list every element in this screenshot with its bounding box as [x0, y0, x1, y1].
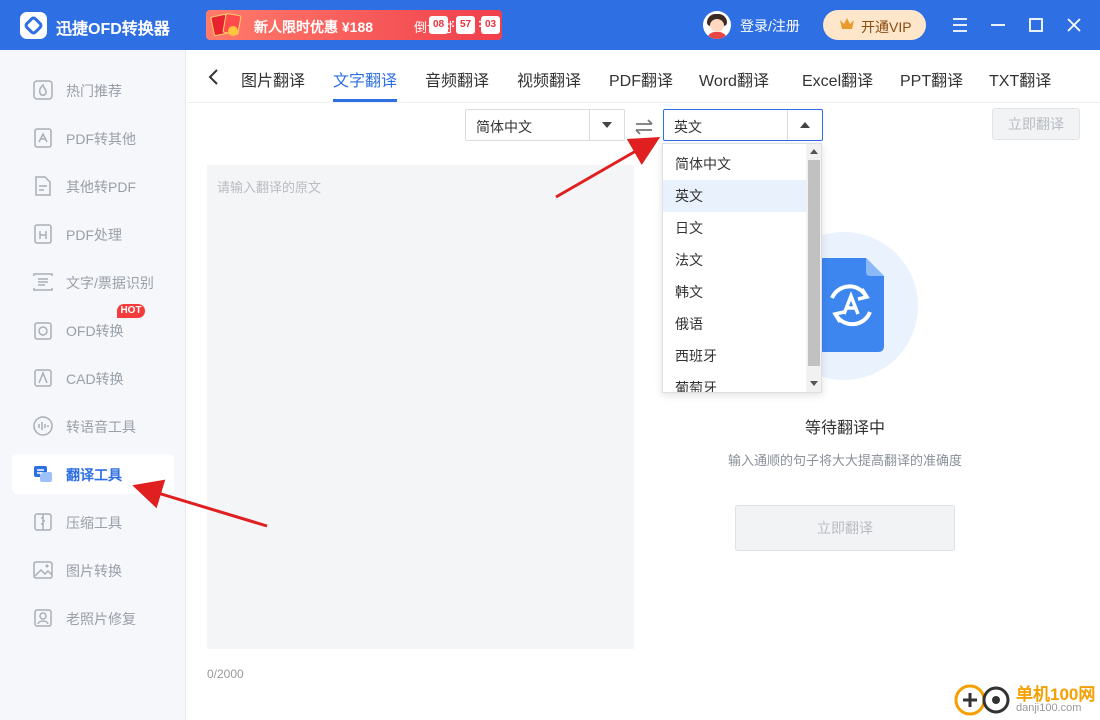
- source-text-input[interactable]: [207, 165, 634, 649]
- chevron-left-icon[interactable]: [205, 67, 223, 87]
- hot-badge: HOT: [117, 304, 145, 318]
- sidebar-item-pdf-to-other[interactable]: PDF转其他: [12, 118, 174, 158]
- chevron-down-icon: [602, 122, 612, 128]
- source-language-value: 简体中文: [476, 119, 532, 135]
- countdown-minutes: 57: [456, 16, 475, 34]
- dropdown-option[interactable]: 俄语: [663, 308, 806, 340]
- sidebar-item-cad[interactable]: CAD转换: [12, 358, 174, 398]
- translate-now-button[interactable]: 立即翻译: [735, 505, 955, 551]
- translate-document-icon: [818, 258, 884, 352]
- hot-recommend-icon: [33, 80, 53, 100]
- char-count: 0/2000: [207, 667, 244, 681]
- sidebar-item-label: 其他转PDF: [66, 179, 136, 195]
- dropdown-option[interactable]: 简体中文: [663, 148, 806, 180]
- tab-video-translate[interactable]: 视频翻译: [517, 67, 581, 91]
- ocr-icon: [33, 273, 53, 291]
- app-logo-icon: [20, 12, 47, 39]
- translate-icon: [34, 466, 52, 482]
- sidebar-item-voice[interactable]: 转语音工具: [12, 406, 174, 446]
- tab-image-translate[interactable]: 图片翻译: [241, 67, 305, 91]
- pdf-convert-icon: [34, 128, 52, 148]
- title-bar: 迅捷OFD转换器 新人限时优惠 ¥188 倒计时 08 : 57 : 03 登录…: [0, 0, 1100, 50]
- user-avatar[interactable]: [703, 11, 731, 39]
- target-language-select[interactable]: 英文: [663, 109, 823, 141]
- tab-pdf-translate[interactable]: PDF翻译: [609, 67, 673, 91]
- app-title: 迅捷OFD转换器: [56, 21, 170, 38]
- dropdown-option-selected[interactable]: 英文: [663, 180, 806, 212]
- cad-icon: [34, 369, 52, 387]
- tab-word-translate[interactable]: Word翻译: [699, 67, 769, 91]
- dropdown-scrollbar[interactable]: [806, 144, 821, 392]
- sidebar-item-label: CAD转换: [66, 371, 124, 387]
- dropdown-option[interactable]: 日文: [663, 212, 806, 244]
- promo-banner[interactable]: 新人限时优惠 ¥188 倒计时 08 : 57 : 03: [206, 10, 502, 40]
- login-register-link[interactable]: 登录/注册: [740, 16, 800, 36]
- sidebar-item-label: 转语音工具: [66, 419, 136, 435]
- minimize-icon[interactable]: [987, 14, 1009, 36]
- sidebar-item-label: 翻译工具: [66, 467, 122, 483]
- sidebar-item-compress[interactable]: 压缩工具: [12, 502, 174, 542]
- image-convert-icon: [33, 561, 53, 579]
- countdown-seconds: 03: [481, 16, 500, 34]
- pdf-process-icon: [34, 224, 52, 244]
- translate-now-top-button[interactable]: 立即翻译: [992, 108, 1080, 140]
- promo-text: 新人限时优惠 ¥188: [254, 19, 374, 35]
- translate-tabs: 图片翻译 文字翻译 音频翻译 视频翻译 PDF翻译 Word翻译 Excel翻译…: [187, 50, 1100, 103]
- tab-txt-translate[interactable]: TXT翻译: [989, 67, 1051, 91]
- scroll-down-icon[interactable]: [810, 381, 818, 386]
- menu-icon[interactable]: [949, 14, 971, 36]
- to-pdf-icon: [35, 176, 51, 196]
- vip-label: 开通VIP: [861, 19, 912, 35]
- sidebar-item-other-to-pdf[interactable]: 其他转PDF: [12, 166, 174, 206]
- sidebar-item-label: PDF处理: [66, 227, 122, 243]
- compress-icon: [34, 513, 52, 531]
- sidebar-item-ofd[interactable]: OFD转换 HOT: [12, 304, 174, 350]
- sidebar-item-label: 图片转换: [66, 563, 122, 579]
- sidebar-item-label: OFD转换: [66, 323, 124, 339]
- tab-text-translate[interactable]: 文字翻译: [333, 67, 397, 91]
- dropdown-option[interactable]: 法文: [663, 244, 806, 276]
- sidebar-item-label: 老照片修复: [66, 611, 136, 627]
- tab-ppt-translate[interactable]: PPT翻译: [900, 67, 963, 91]
- countdown-hours: 08: [429, 16, 448, 34]
- tab-audio-translate[interactable]: 音频翻译: [425, 67, 489, 91]
- waiting-hint: 输入通顺的句子将大大提高翻译的准确度: [727, 453, 962, 468]
- active-tab-indicator: [333, 99, 397, 102]
- target-language-value: 英文: [674, 119, 702, 135]
- dropdown-option[interactable]: 西班牙: [663, 340, 806, 372]
- dropdown-option[interactable]: 葡萄牙: [663, 372, 806, 392]
- chevron-up-icon: [800, 122, 810, 128]
- sidebar-item-hot-recommend[interactable]: 热门推荐: [12, 70, 174, 110]
- watermark: 单机100网 danji100.com: [952, 680, 1100, 720]
- watermark-logo-icon: [954, 684, 1010, 716]
- maximize-icon[interactable]: [1025, 14, 1047, 36]
- sidebar-item-image-convert[interactable]: 图片转换: [12, 550, 174, 590]
- crown-icon: [840, 18, 854, 29]
- sidebar-item-label: 文字/票据识别: [66, 275, 154, 291]
- open-vip-button[interactable]: 开通VIP: [823, 10, 926, 40]
- dropdown-option[interactable]: 韩文: [663, 276, 806, 308]
- photo-restore-icon: [34, 609, 52, 627]
- ofd-icon: [34, 322, 52, 340]
- sidebar-item-pdf-process[interactable]: PDF处理: [12, 214, 174, 254]
- sidebar-item-photo-restore[interactable]: 老照片修复: [12, 598, 174, 638]
- waiting-title: 等待翻译中: [804, 420, 885, 437]
- red-envelope-icon: [210, 12, 246, 38]
- close-icon[interactable]: [1063, 14, 1085, 36]
- swap-languages-icon[interactable]: [633, 116, 655, 138]
- sidebar-item-translate[interactable]: 翻译工具: [12, 454, 174, 494]
- sidebar-item-label: 热门推荐: [66, 83, 122, 99]
- target-language-dropdown: 简体中文 英文 日文 法文 韩文 俄语 西班牙 葡萄牙: [662, 143, 822, 393]
- source-language-select[interactable]: 简体中文: [465, 109, 625, 141]
- tab-excel-translate[interactable]: Excel翻译: [802, 67, 873, 91]
- voice-icon: [33, 416, 53, 436]
- sidebar-item-label: PDF转其他: [66, 131, 136, 147]
- scroll-thumb[interactable]: [808, 160, 820, 366]
- sidebar-item-label: 压缩工具: [66, 515, 122, 531]
- scroll-up-icon[interactable]: [810, 149, 818, 154]
- sidebar-item-ocr[interactable]: 文字/票据识别: [12, 262, 174, 302]
- sidebar: 热门推荐 PDF转其他 其他转PDF PDF处理 文字/票据识别 OFD转换 H…: [0, 50, 186, 720]
- watermark-url: danji100.com: [1016, 702, 1082, 714]
